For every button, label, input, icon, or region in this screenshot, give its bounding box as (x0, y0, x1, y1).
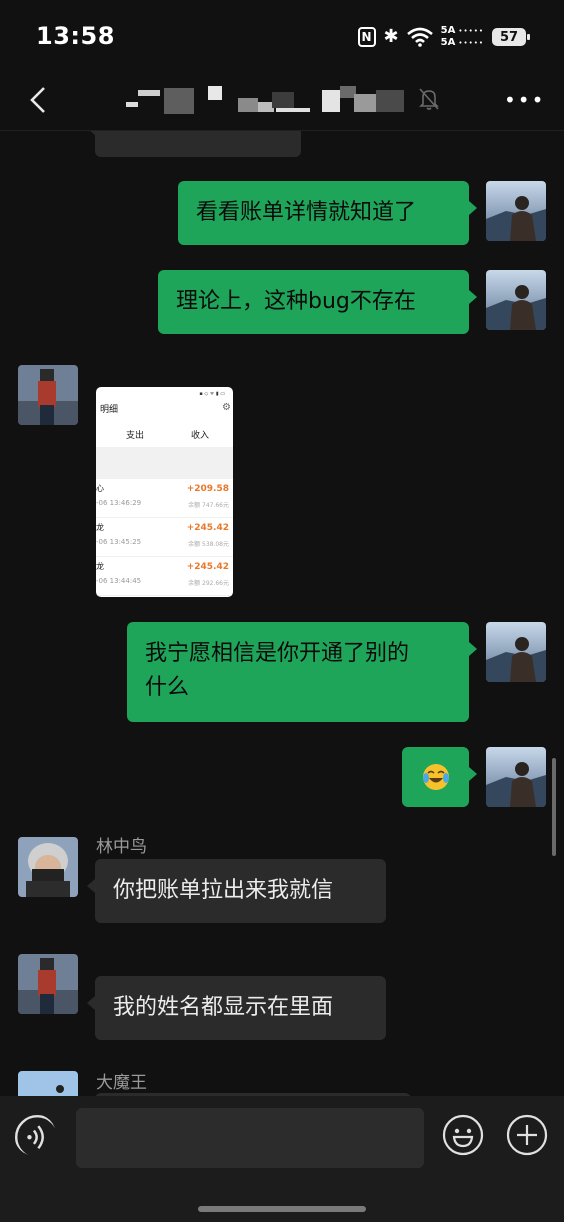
row-date: -06 13:46:29 (96, 499, 142, 507)
battery-icon: 57 (492, 28, 530, 46)
network-label-top: 5A (440, 25, 456, 36)
contact-avatar[interactable] (18, 365, 78, 425)
image-tabs: 支出 收入 (96, 425, 233, 447)
sender-name: 大魔王 (96, 1073, 147, 1093)
message-text: 看看账单详情就知道了 (196, 200, 417, 225)
message-bubble-incoming[interactable]: 你把账单拉出来我就信 (87, 859, 386, 923)
row-name: 龙 (96, 523, 104, 532)
image-row: 龙 -06 13:44:45 +245.42 余额 292.66元 (96, 557, 233, 596)
scrollbar[interactable] (552, 758, 556, 856)
sender-name: 林中鸟 (96, 837, 147, 857)
image-divider (96, 447, 233, 479)
gear-icon: ⚙ (222, 402, 231, 413)
my-avatar[interactable] (486, 622, 546, 682)
image-header: 明细 ⚙ (96, 401, 233, 425)
message-text-line: 什么 (145, 675, 190, 700)
status-bar: 13:58 N ✱ 5A ••••• 5A ••••• 57 (0, 0, 564, 72)
message-bubble-outgoing-emoji[interactable] (402, 747, 477, 807)
message-list[interactable]: 看看账单详情就知道了 理论上，这种bug不存在 ▪ ◇ ᯤ ▮ ▭ 明细 ⚙ 支… (0, 131, 564, 1096)
chat-header: ••• (0, 72, 564, 131)
my-avatar[interactable] (486, 270, 546, 330)
message-bubble-outgoing[interactable]: 看看账单详情就知道了 (178, 181, 477, 245)
plus-icon[interactable] (506, 1114, 548, 1156)
status-icons: N ✱ 5A ••••• 5A ••••• 57 (357, 25, 530, 48)
image-tab-income: 收入 (190, 431, 209, 441)
contact-avatar[interactable] (18, 1071, 78, 1096)
row-amount: +209.58 (186, 484, 229, 494)
bluetooth-icon: ✱ (383, 26, 399, 47)
message-bubble-outgoing[interactable]: 理论上，这种bug不存在 (158, 270, 477, 334)
battery-level: 57 (499, 29, 519, 45)
message-text: 理论上，这种bug不存在 (176, 289, 416, 314)
chevron-left-icon[interactable] (22, 82, 58, 118)
row-amount: +245.42 (186, 523, 229, 533)
my-avatar[interactable] (486, 181, 546, 241)
row-balance: 余额 292.66元 (188, 580, 229, 587)
row-date: -06 13:45:25 (96, 538, 142, 546)
nfc-icon: N (357, 27, 376, 47)
image-row: 龙 -06 13:45:25 +245.42 余额 538.08元 (96, 518, 233, 557)
my-avatar[interactable] (486, 747, 546, 807)
message-bubble-outgoing[interactable]: 我宁愿相信是你开通了别的 什么 (127, 622, 477, 722)
contact-avatar[interactable] (18, 837, 78, 897)
image-status-bar: ▪ ◇ ᯤ ▮ ▭ (199, 391, 225, 397)
message-input[interactable] (76, 1108, 424, 1168)
message-bubble-incoming[interactable]: 我的姓名都显示在里面 (87, 976, 386, 1040)
emoji-icon[interactable] (442, 1114, 484, 1156)
wifi-icon (406, 27, 433, 47)
message-bubble-partial[interactable] (87, 131, 301, 157)
row-name: 龙 (96, 562, 104, 571)
row-amount: +245.42 (186, 562, 229, 572)
message-image[interactable]: ▪ ◇ ᯤ ▮ ▭ 明细 ⚙ 支出 收入 心 -06 13:46:29 +209… (96, 387, 233, 597)
home-indicator[interactable] (198, 1206, 366, 1212)
laughing-with-tears-emoji (422, 764, 449, 790)
row-balance: 余额 747.66元 (188, 502, 229, 509)
message-text-line: 我宁愿相信是你开通了别的 (145, 641, 410, 666)
input-bar (0, 1096, 564, 1222)
more-horizontal-icon[interactable]: ••• (504, 88, 544, 112)
image-tab-expense: 支出 (126, 431, 145, 441)
image-header-text: 明细 (100, 405, 119, 415)
row-name: 心 (96, 484, 104, 493)
image-row: 心 -06 13:46:29 +209.58 余额 747.66元 (96, 479, 233, 518)
contact-avatar[interactable] (18, 954, 78, 1014)
row-date: -06 13:44:45 (96, 577, 142, 585)
row-balance: 余额 538.08元 (188, 541, 229, 548)
message-text: 你把账单拉出来我就信 (113, 878, 334, 903)
network-label-bottom: 5A (440, 37, 456, 48)
message-text: 我的姓名都显示在里面 (113, 995, 334, 1020)
status-time: 13:58 (36, 22, 115, 50)
signal-icon: 5A ••••• 5A ••••• (440, 25, 484, 48)
bell-off-icon (419, 88, 439, 110)
chat-title-redacted (126, 86, 404, 114)
voice-icon[interactable] (14, 1114, 56, 1156)
